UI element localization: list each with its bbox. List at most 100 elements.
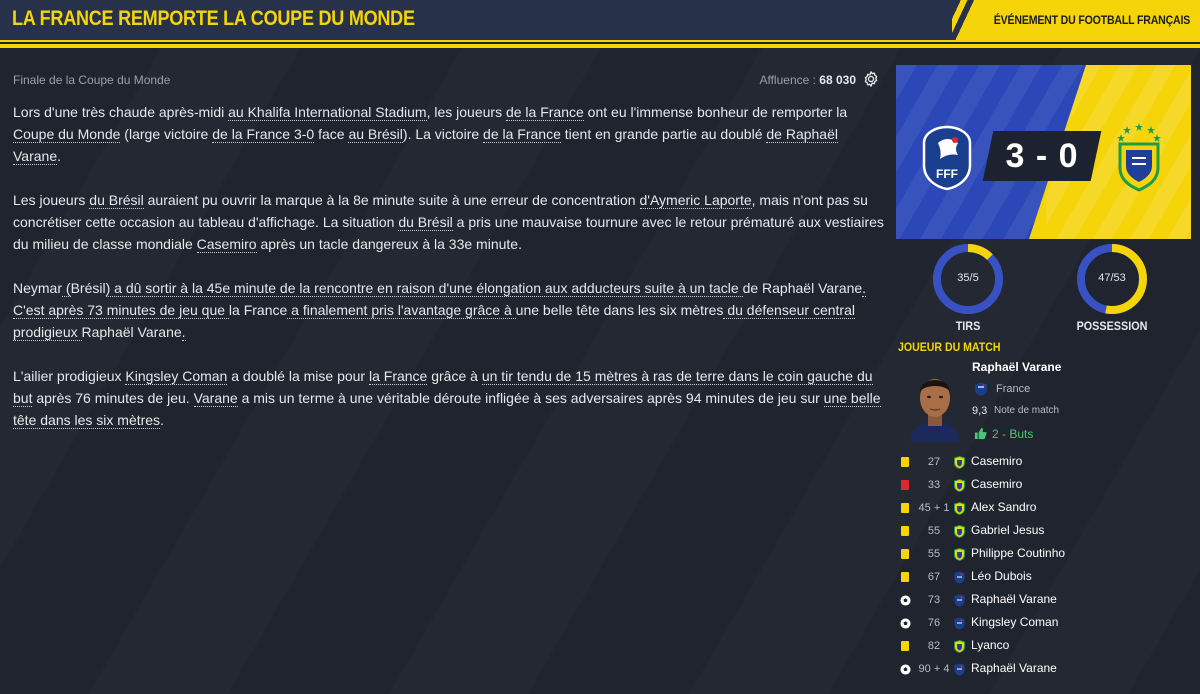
shots-title: TIRS <box>955 319 981 333</box>
france-crest-text: FFF <box>936 167 958 181</box>
attendance-info: Affluence : 68 030 <box>759 73 856 87</box>
shots-value: 35/5 <box>957 272 979 284</box>
article-link[interactable]: ) a dû sortir à la 45e minute de la renc… <box>105 280 743 297</box>
article-link[interactable]: de la France <box>505 104 584 121</box>
event-player[interactable]: Léo Dubois <box>971 569 1032 583</box>
yellow-card-icon <box>901 572 909 582</box>
event-minute: 27 <box>927 456 941 468</box>
report-paragraph: L'ailier prodigieux Kingsley Coman a dou… <box>13 368 881 429</box>
attendance-label: Affluence : <box>759 73 816 87</box>
match-event-row: 67 Léo Dubois <box>896 566 1196 589</box>
yellow-card-icon <box>901 641 909 651</box>
page-title: LA FRANCE REMPORTE LA COUPE DU MONDE <box>12 7 415 30</box>
goal-ball-icon <box>900 618 911 629</box>
event-player[interactable]: Gabriel Jesus <box>971 523 1044 537</box>
event-player[interactable]: Raphaël Varane <box>971 661 1057 675</box>
match-event-row: 27 Casemiro <box>896 451 1196 474</box>
brazil-crest-icon <box>954 456 965 469</box>
event-minute: 33 <box>927 479 941 491</box>
france-crest-icon <box>954 594 965 607</box>
report-paragraph: Neymar (Brésil) a dû sortir à la 45e min… <box>13 280 867 341</box>
header-divider <box>0 44 1200 48</box>
event-player[interactable]: Casemiro <box>971 454 1022 468</box>
event-header: LA FRANCE REMPORTE LA COUPE DU MONDE ÉVÉ… <box>0 0 1200 42</box>
goal-ball-icon <box>900 595 911 606</box>
match-event-row: 82 Lyanco <box>896 635 1196 658</box>
yellow-card-icon <box>901 503 909 513</box>
event-minute: 45 + 1 <box>918 502 950 514</box>
article-link[interactable]: au Brésil <box>348 126 403 143</box>
article-link[interactable]: de la France 3-0 <box>212 126 315 143</box>
article-link[interactable]: d'Aymeric Laporte <box>639 192 752 209</box>
player-goals: 2 - Buts <box>992 427 1034 441</box>
brazil-crest-icon <box>954 525 965 538</box>
match-rating-label: Note de match <box>994 405 1060 416</box>
player-avatar[interactable] <box>906 364 964 442</box>
brazil-crest-icon <box>954 640 965 653</box>
france-crest-icon <box>954 571 965 584</box>
yellow-card-icon <box>901 526 909 536</box>
player-of-match-title: JOUEUR DU MATCH <box>898 340 1001 354</box>
event-minute: 55 <box>927 548 941 560</box>
yellow-card-icon <box>901 457 909 467</box>
article-link[interactable]: de la France <box>483 126 561 143</box>
match-event-row: 45 + 1 Alex Sandro <box>896 497 1196 520</box>
event-player[interactable]: Alex Sandro <box>971 500 1036 514</box>
article-link[interactable]: du Brésil <box>398 214 453 231</box>
final-score: 3 - 0 <box>1005 137 1079 175</box>
match-event-row: 55 Gabriel Jesus <box>896 520 1196 543</box>
brazil-crest-icon <box>954 502 965 515</box>
article-link[interactable]: une belle tête dans les six mètres <box>13 390 881 429</box>
event-player[interactable]: Raphaël Varane <box>971 592 1057 606</box>
event-player[interactable]: Casemiro <box>971 477 1022 491</box>
event-player[interactable]: Kingsley Coman <box>971 615 1058 629</box>
article-link[interactable]: du Brésil <box>89 192 144 209</box>
red-card-icon <box>901 480 909 490</box>
possession-title: POSSESSION <box>1076 319 1148 333</box>
article-link[interactable]: Casemiro <box>196 236 257 253</box>
event-player[interactable]: Philippe Coutinho <box>971 546 1065 560</box>
yellow-card-icon <box>901 549 909 559</box>
match-event-row: 33 Casemiro <box>896 474 1196 497</box>
attendance-value: 68 030 <box>819 73 856 87</box>
article-link[interactable]: . <box>181 324 186 341</box>
france-crest-icon <box>954 617 965 630</box>
article-link[interactable]: la France <box>368 368 428 385</box>
match-report: Lors d'une très chaude après-midi au Kha… <box>13 101 888 453</box>
brazil-crest-icon[interactable] <box>1110 122 1168 192</box>
article-link[interactable]: ( <box>62 280 71 297</box>
event-minute: 76 <box>927 617 941 629</box>
competition-subtitle: Finale de la Coupe du Monde <box>13 73 171 87</box>
match-event-row: 73 Raphaël Varane <box>896 589 1196 612</box>
event-minute: 82 <box>927 640 941 652</box>
event-minute: 73 <box>927 594 941 606</box>
event-player[interactable]: Lyanco <box>971 638 1009 652</box>
brazil-crest-icon <box>954 548 965 561</box>
article-link[interactable]: a finalement pris l'avantage grâce à <box>287 302 516 319</box>
thumbs-up-icon <box>974 427 987 440</box>
article-link[interactable]: Kingsley Coman <box>125 368 228 385</box>
match-rating: 9,3 <box>972 405 988 417</box>
match-event-row: 55 Philippe Coutinho <box>896 543 1196 566</box>
gear-icon[interactable] <box>862 70 880 88</box>
event-minute: 67 <box>927 571 941 583</box>
report-paragraph: Lors d'une très chaude après-midi au Kha… <box>13 104 848 165</box>
possession-value: 47/53 <box>1098 272 1126 284</box>
article-link[interactable]: de Raphaël Varane <box>13 126 838 165</box>
player-nation[interactable]: France <box>996 383 1030 395</box>
match-events-list: 27 Casemiro 33 Casemiro 45 + 1 Alex Sandro 55 G… <box>896 451 1196 681</box>
event-category-label: ÉVÉNEMENT DU FOOTBALL FRANÇAIS <box>993 13 1191 27</box>
article-link[interactable]: Varane <box>193 390 238 407</box>
brazil-crest-icon <box>954 479 965 492</box>
badge-stripes <box>952 0 992 42</box>
event-category-badge: ÉVÉNEMENT DU FOOTBALL FRANÇAIS <box>952 0 1200 42</box>
match-event-row: 76 Kingsley Coman <box>896 612 1196 635</box>
goal-ball-icon <box>900 664 911 675</box>
article-link[interactable]: Coupe du Monde <box>13 126 121 143</box>
event-minute: 90 + 4 <box>918 663 950 675</box>
report-paragraph: Les joueurs du Brésil auraient pu ouvrir… <box>13 192 884 253</box>
france-crest-icon[interactable]: FFF <box>918 125 976 191</box>
article-link[interactable]: au Khalifa International Stadium <box>228 104 427 121</box>
player-name[interactable]: Raphaël Varane <box>972 360 1061 374</box>
france-crest-icon <box>954 663 965 676</box>
